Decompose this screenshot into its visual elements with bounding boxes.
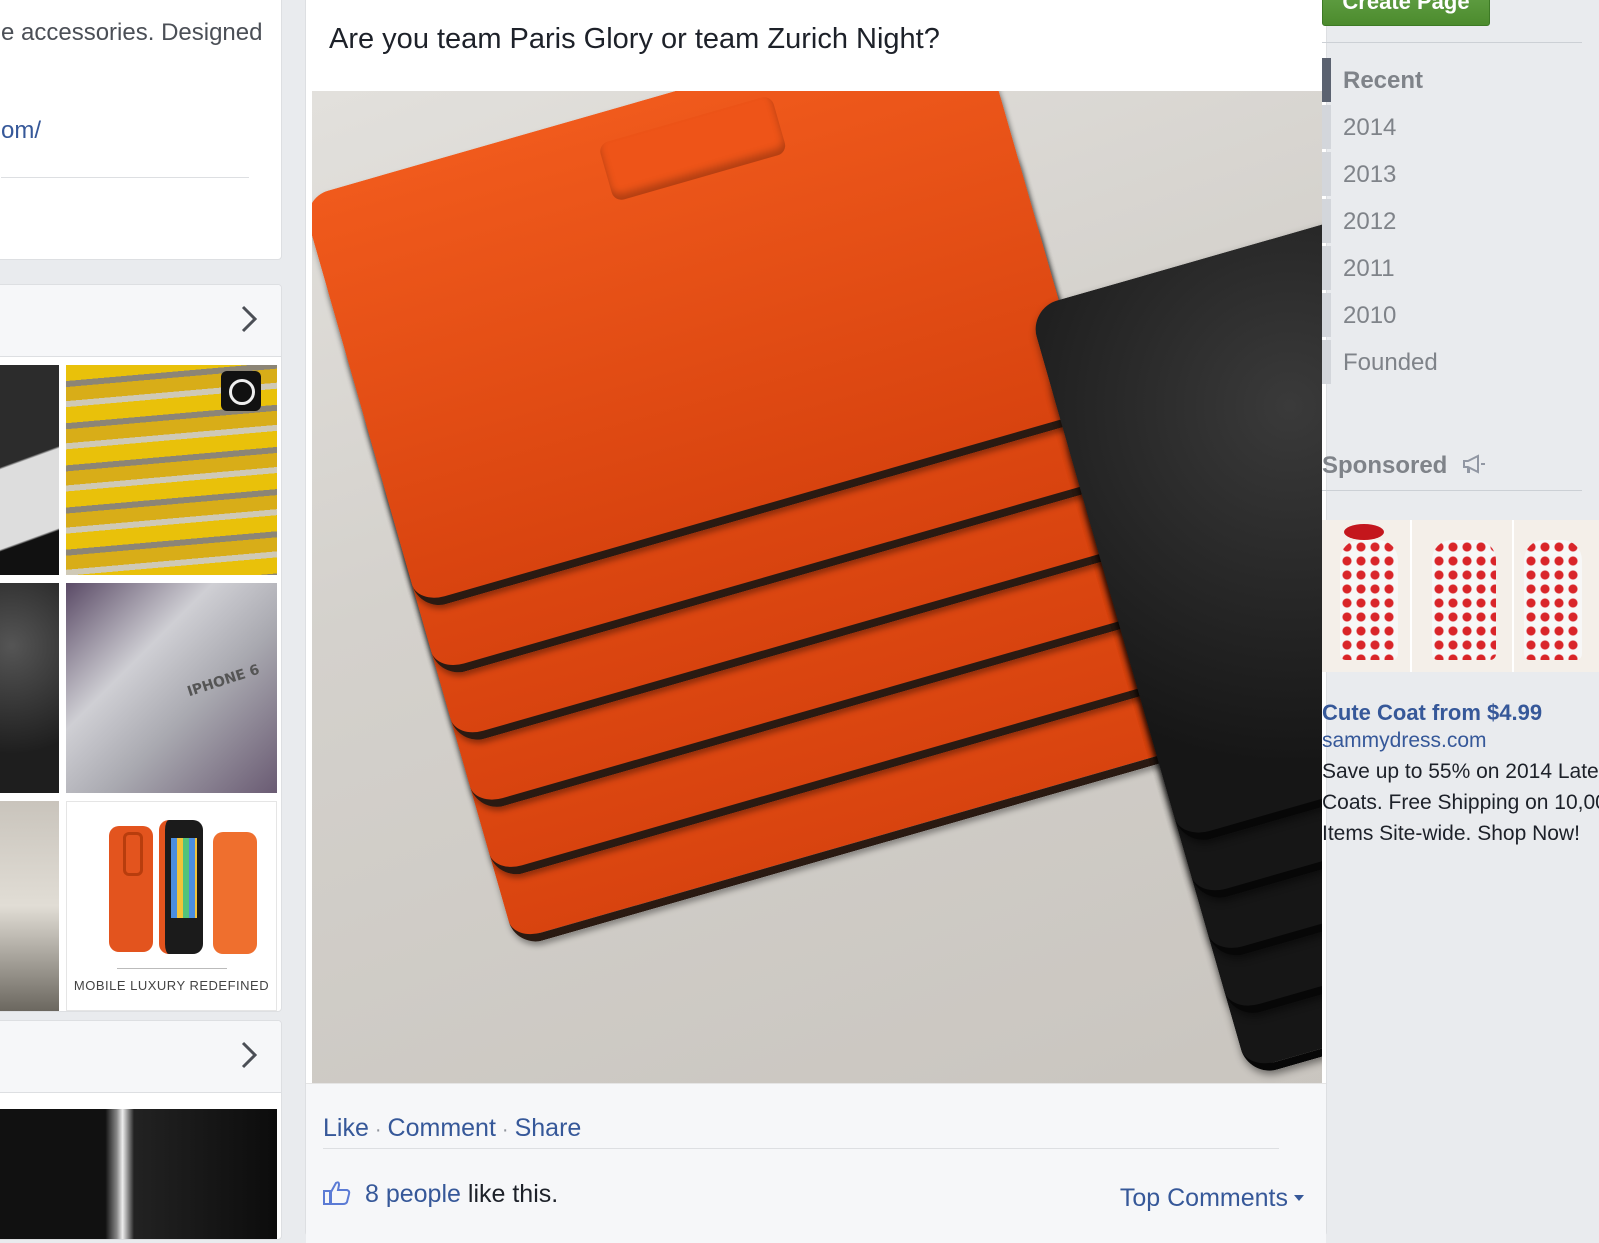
ad-image-panel bbox=[1322, 520, 1410, 672]
actions-divider bbox=[323, 1148, 1279, 1149]
about-card: e accessories. Designed om/ bbox=[0, 0, 282, 260]
ad-image-panel bbox=[1412, 520, 1512, 672]
left-column: e accessories. Designed om/ IPHONE 6 MOB… bbox=[0, 0, 282, 1240]
ad-domain-link[interactable]: sammydress.com bbox=[1322, 729, 1487, 753]
caret-down-icon bbox=[1294, 1195, 1304, 1201]
likes-count-link[interactable]: 8 people bbox=[365, 1180, 461, 1208]
post-text: Are you team Paris Glory or team Zurich … bbox=[329, 23, 940, 55]
comment-link[interactable]: Comment bbox=[388, 1114, 496, 1142]
likes-suffix: like this. bbox=[460, 1180, 559, 1208]
create-page-button[interactable]: Create Page bbox=[1322, 0, 1490, 26]
sponsored-heading: Sponsored bbox=[1322, 452, 1486, 480]
chevron-right-icon[interactable] bbox=[241, 305, 257, 333]
orange-case-shape bbox=[109, 826, 153, 952]
photo-thumbnail[interactable] bbox=[0, 583, 59, 793]
photo-thumbnail[interactable]: MOBILE LUXURY REDEFINED bbox=[66, 801, 277, 1011]
like-link[interactable]: Like bbox=[323, 1114, 369, 1142]
right-column: Create Page Recent 2014 2013 2012 2011 2… bbox=[1322, 0, 1599, 1224]
thumbs-up-icon bbox=[323, 1181, 351, 1205]
timeline-item-founded[interactable]: Founded bbox=[1322, 340, 1562, 384]
timeline-item-2013[interactable]: 2013 bbox=[1322, 152, 1562, 196]
post-actions-bar: Like · Comment · Share 8 people like this. T… bbox=[306, 1083, 1326, 1243]
timeline-item-2014[interactable]: 2014 bbox=[1322, 105, 1562, 149]
divider bbox=[1322, 490, 1582, 491]
photo-thumbnail[interactable] bbox=[0, 365, 59, 575]
photo-thumbnail[interactable]: IPHONE 6 bbox=[66, 583, 277, 793]
ad-image-panel bbox=[1514, 520, 1599, 672]
divider bbox=[117, 968, 227, 969]
sponsored-label: Sponsored bbox=[1322, 452, 1448, 479]
ad-image[interactable] bbox=[1322, 520, 1599, 672]
about-divider bbox=[1, 177, 249, 178]
photo-caption: MOBILE LUXURY REDEFINED bbox=[73, 978, 270, 993]
photos-card-header[interactable] bbox=[0, 285, 281, 357]
post-card: Are you team Paris Glory or team Zurich … bbox=[305, 0, 1327, 1243]
likes-summary: 8 people like this. bbox=[323, 1180, 558, 1209]
timeline-item-2011[interactable]: 2011 bbox=[1322, 246, 1562, 290]
videos-card bbox=[0, 1020, 282, 1240]
photo-label: IPHONE 6 bbox=[185, 661, 262, 701]
timeline-item-recent[interactable]: Recent bbox=[1322, 58, 1562, 102]
videos-card-header[interactable] bbox=[0, 1021, 281, 1093]
about-website-link[interactable]: om/ bbox=[1, 117, 41, 145]
chevron-right-icon[interactable] bbox=[241, 1041, 257, 1069]
phone-shape bbox=[159, 820, 203, 954]
ad-body-text: Save up to 55% on 2014 Latest Coats. Fre… bbox=[1322, 760, 1599, 845]
photo-thumbnail[interactable] bbox=[66, 365, 277, 575]
top-comments-label: Top Comments bbox=[1119, 1184, 1288, 1212]
brand-logo-icon bbox=[221, 371, 261, 411]
timeline-item-2012[interactable]: 2012 bbox=[1322, 199, 1562, 243]
separator: · bbox=[374, 1119, 382, 1141]
photo-thumbnail[interactable] bbox=[0, 801, 59, 1011]
video-thumbnail[interactable] bbox=[0, 1109, 277, 1239]
separator: · bbox=[501, 1119, 509, 1141]
orange-case-shape bbox=[213, 832, 257, 954]
actions-row: Like · Comment · Share bbox=[323, 1114, 581, 1143]
photos-card: IPHONE 6 MOBILE LUXURY REDEFINED bbox=[0, 284, 282, 1012]
post-photo[interactable] bbox=[312, 91, 1322, 1099]
megaphone-icon[interactable] bbox=[1462, 453, 1486, 475]
top-comments-dropdown[interactable]: Top Comments bbox=[1120, 1184, 1304, 1213]
timeline-item-2010[interactable]: 2010 bbox=[1322, 293, 1562, 337]
ad-title-link[interactable]: Cute Coat from $4.99 bbox=[1322, 700, 1542, 726]
about-description: e accessories. Designed bbox=[1, 19, 263, 46]
divider bbox=[1322, 42, 1582, 43]
share-link[interactable]: Share bbox=[515, 1114, 582, 1142]
